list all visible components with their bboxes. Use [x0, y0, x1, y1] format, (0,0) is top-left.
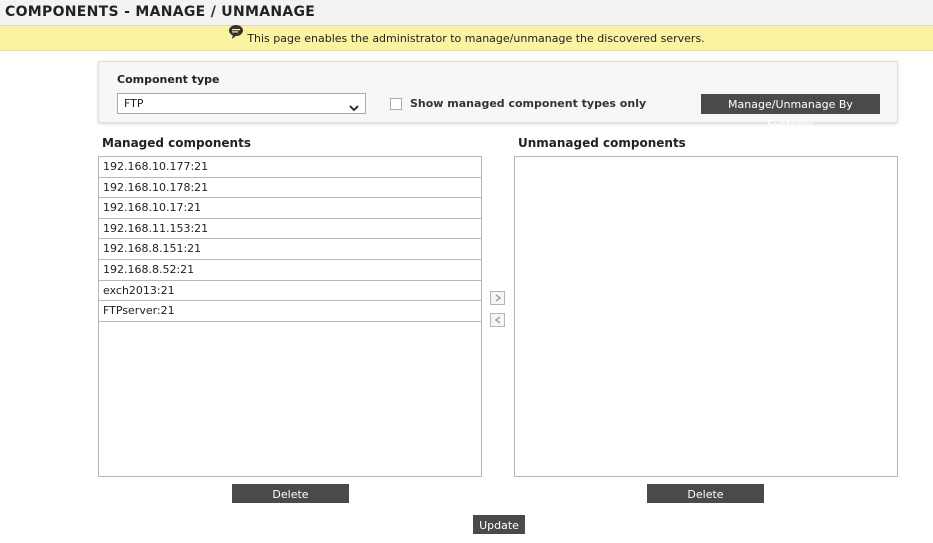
component-type-label: Component type: [117, 73, 220, 86]
unmanaged-components-heading: Unmanaged components: [518, 136, 686, 150]
move-to-unmanaged-button[interactable]: [490, 291, 505, 305]
delete-unmanaged-components-button[interactable]: Delete Components: [647, 484, 764, 520]
manage-by-systems-button[interactable]: Manage/Unmanage By Systems: [701, 94, 880, 131]
list-item[interactable]: FTPserver:21: [99, 301, 481, 322]
move-to-managed-button[interactable]: [490, 313, 505, 327]
show-managed-only-label: Show managed component types only: [410, 97, 647, 110]
component-type-value: FTP: [124, 97, 144, 110]
info-message: This page enables the administrator to m…: [247, 32, 705, 45]
list-item[interactable]: 192.168.10.17:21: [99, 198, 481, 219]
chevron-down-icon: [349, 99, 359, 112]
managed-components-heading: Managed components: [102, 136, 251, 150]
delete-managed-components-button[interactable]: Delete Components: [232, 484, 349, 520]
update-button[interactable]: Update: [473, 515, 525, 534]
page-title: COMPONENTS - MANAGE / UNMANAGE: [5, 4, 316, 20]
unmanaged-components-list[interactable]: [514, 156, 898, 477]
chevron-right-icon: [491, 294, 504, 302]
info-banner: This page enables the administrator to m…: [0, 25, 933, 51]
list-item[interactable]: 192.168.10.178:21: [99, 178, 481, 199]
title-bar: COMPONENTS - MANAGE / UNMANAGE: [0, 0, 933, 26]
chevron-left-icon: [491, 316, 504, 324]
list-item[interactable]: exch2013:21: [99, 281, 481, 302]
speech-bubble-icon: [228, 25, 244, 44]
list-item[interactable]: 192.168.10.177:21: [99, 157, 481, 178]
filter-panel: Component type FTP Show managed componen…: [98, 61, 898, 131]
list-item[interactable]: 192.168.11.153:21: [99, 219, 481, 240]
component-type-select[interactable]: FTP: [117, 93, 366, 114]
managed-components-list[interactable]: 192.168.10.177:21 192.168.10.178:21 192.…: [98, 156, 482, 477]
list-item[interactable]: 192.168.8.151:21: [99, 239, 481, 260]
show-managed-only-checkbox[interactable]: [390, 98, 402, 110]
list-item[interactable]: 192.168.8.52:21: [99, 260, 481, 281]
